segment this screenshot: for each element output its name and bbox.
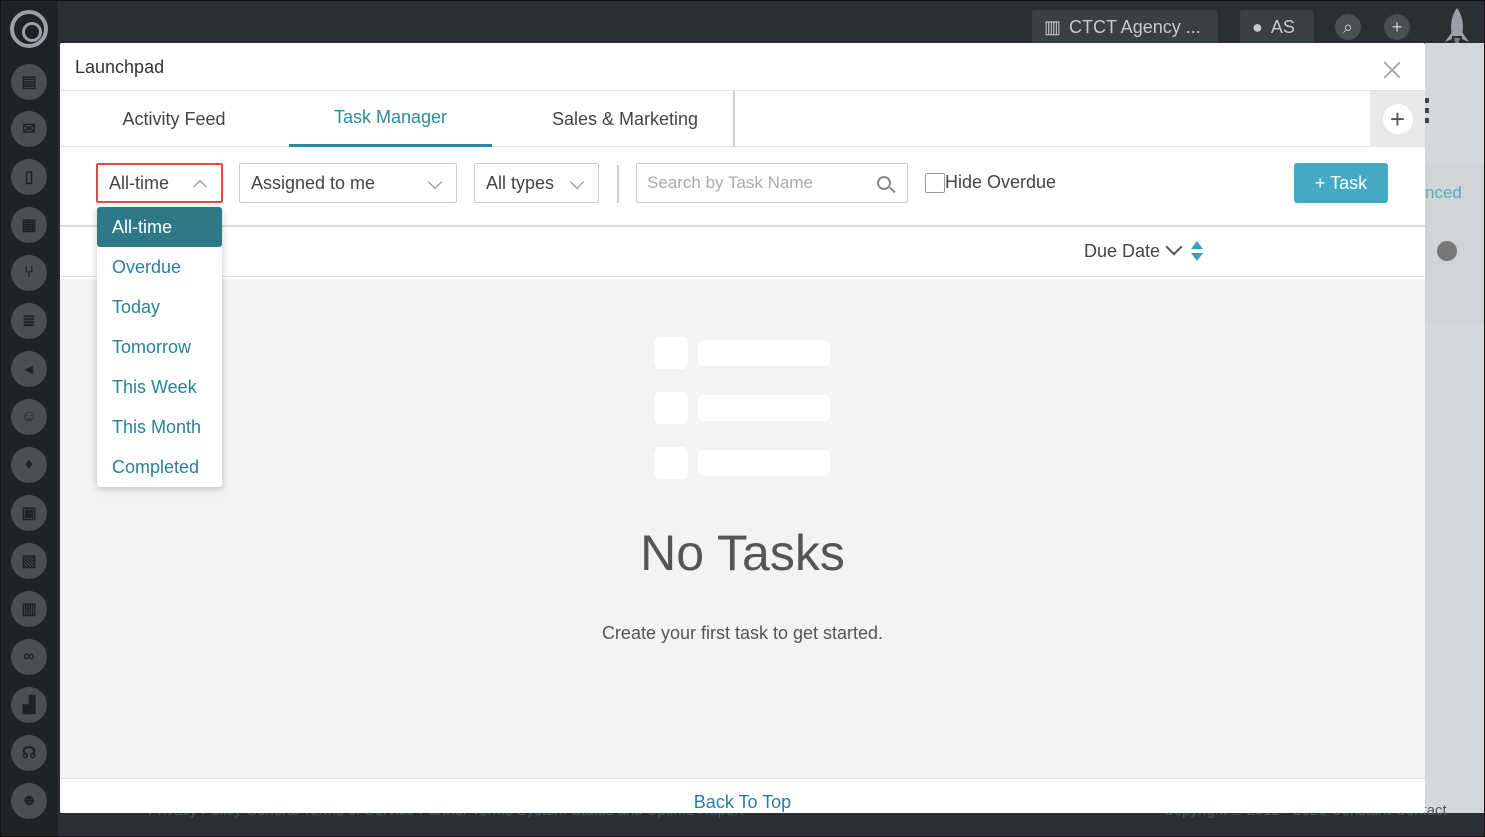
sort-arrows-icon[interactable] <box>1191 241 1203 263</box>
org-switcher[interactable]: ▥ CTCT Agency ... <box>1032 10 1218 44</box>
empty-state-subtitle: Create your first task to get started. <box>601 623 884 643</box>
dropdown-option-tomorrow[interactable]: Tomorrow <box>97 327 222 367</box>
filter-bar: All-time Assigned to me All types Hide O… <box>60 147 1425 227</box>
dropdown-option-this-month[interactable]: This Month <box>97 407 222 447</box>
email-icon[interactable]: ✉ <box>11 111 47 147</box>
filter-divider <box>617 165 619 203</box>
assignee-filter-value: Assigned to me <box>251 172 376 193</box>
contacts-icon[interactable]: ▤ <box>11 64 47 100</box>
analytics-icon[interactable]: ▟ <box>11 687 47 723</box>
sort-header: Due Date <box>60 227 1425 277</box>
launchpad-modal: Launchpad Activity Feed Task Manager Sal… <box>60 43 1425 813</box>
chevron-up-icon <box>192 179 208 195</box>
tab-sales-marketing[interactable]: Sales & Marketing <box>530 91 720 147</box>
clipboard-icon[interactable]: ▯ <box>11 159 47 195</box>
empty-state-title: No Tasks <box>640 525 845 581</box>
app-topbar: ▥ CTCT Agency ... ● AS ⌕ + <box>58 0 1485 48</box>
plus-icon: + <box>1382 104 1413 134</box>
background-text: nced <box>1425 183 1462 202</box>
modal-footer: Back To Top <box>60 778 1425 813</box>
gear-icon <box>1437 241 1457 261</box>
chevron-down-icon <box>569 174 585 190</box>
plus-icon[interactable]: + <box>1384 14 1410 40</box>
modal-header: Launchpad <box>60 43 1425 91</box>
workflow-icon[interactable]: ⑂ <box>11 255 47 291</box>
calendar-icon[interactable]: ▥ <box>11 591 47 627</box>
dropdown-option-this-week[interactable]: This Week <box>97 367 222 407</box>
add-user-icon[interactable]: ☻ <box>11 783 47 819</box>
app-logo-icon[interactable] <box>10 10 48 48</box>
avatar-icon: ● <box>1252 16 1263 37</box>
assignee-filter-select[interactable]: Assigned to me <box>239 163 457 203</box>
kebab-menu-icon <box>1425 98 1429 124</box>
tab-divider <box>733 91 735 147</box>
close-icon[interactable] <box>1383 61 1401 79</box>
chevron-down-icon <box>427 174 443 190</box>
dropdown-option-all-time[interactable]: All-time <box>97 207 222 247</box>
tab-bar: Activity Feed Task Manager Sales & Marke… <box>60 91 1425 147</box>
dropdown-option-overdue[interactable]: Overdue <box>97 247 222 287</box>
placeholder-line <box>698 395 830 421</box>
placeholder-checkbox <box>654 337 688 369</box>
due-date-sort-label[interactable]: Due Date <box>1084 241 1160 262</box>
background-page-edge: nced <box>1425 43 1485 813</box>
gallery-icon[interactable]: ▧ <box>11 543 47 579</box>
user-initials: AS <box>1270 16 1295 37</box>
tab-activity-feed[interactable]: Activity Feed <box>88 91 260 147</box>
hide-overdue-label[interactable]: Hide Overdue <box>945 172 1056 193</box>
search-icon[interactable]: ⌕ <box>1335 14 1361 40</box>
chevron-down-icon[interactable] <box>1165 238 1183 256</box>
add-task-button[interactable]: + Task <box>1294 163 1388 203</box>
task-search-input[interactable] <box>636 163 908 203</box>
empty-state: No Tasks Create your first task to get s… <box>60 279 1425 778</box>
map-icon[interactable]: ▦ <box>11 207 47 243</box>
time-filter-dropdown: All-time Overdue Today Tomorrow This Wee… <box>97 207 222 487</box>
type-filter-value: All types <box>486 172 555 193</box>
hide-overdue-checkbox[interactable] <box>925 173 945 193</box>
add-tab-button[interactable]: + <box>1370 91 1425 147</box>
back-to-top-link[interactable]: Back To Top <box>60 792 1425 813</box>
building-icon: ▥ <box>1044 16 1062 37</box>
time-filter-select[interactable]: All-time <box>96 163 223 203</box>
org-label: CTCT Agency ... <box>1069 16 1201 37</box>
modal-title: Launchpad <box>75 57 165 77</box>
smiley-icon[interactable]: ☺ <box>11 399 47 435</box>
placeholder-line <box>698 450 830 476</box>
type-filter-select[interactable]: All types <box>474 163 599 203</box>
time-filter-value: All-time <box>109 172 170 193</box>
background-footer: Privacy Policy General Terms of Service … <box>58 802 1485 837</box>
support-icon[interactable]: ☊ <box>11 735 47 771</box>
dropdown-option-today[interactable]: Today <box>97 287 222 327</box>
list-icon[interactable]: ≣ <box>11 303 47 339</box>
megaphone-icon[interactable]: ◂ <box>11 351 47 387</box>
user-menu[interactable]: ● AS <box>1240 10 1314 44</box>
search-icon[interactable] <box>877 176 891 190</box>
placeholder-checkbox <box>654 447 688 479</box>
placeholder-checkbox <box>654 392 688 424</box>
thumbs-up-icon[interactable]: ♦ <box>11 447 47 483</box>
app-sidebar: ▤ ✉ ▯ ▦ ⑂ ≣ ◂ ☺ ♦ ▣ ▧ ▥ ∞ ▟ ☊ ☻ <box>0 0 58 837</box>
placeholder-line <box>698 340 830 366</box>
dropdown-option-completed[interactable]: Completed <box>97 447 222 487</box>
tab-task-manager[interactable]: Task Manager <box>289 91 492 147</box>
handshake-icon[interactable]: ∞ <box>11 639 47 675</box>
tv-icon[interactable]: ▣ <box>11 495 47 531</box>
